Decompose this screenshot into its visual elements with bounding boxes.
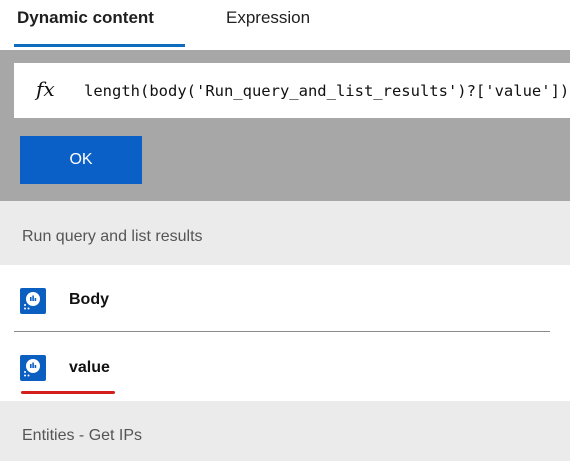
expression-panel: fx OK bbox=[0, 50, 570, 201]
list-item-body[interactable]: Body bbox=[0, 270, 570, 332]
section-title: Entities - Get IPs bbox=[22, 427, 143, 444]
tab-bar: Dynamic content Expression bbox=[0, 0, 570, 48]
dynamic-content-panel: Dynamic content Expression fx OK Run que… bbox=[0, 0, 570, 461]
section-header-entities-get-ips[interactable]: Entities - Get IPs bbox=[0, 401, 570, 461]
divider bbox=[14, 331, 550, 332]
expression-field: fx bbox=[14, 63, 570, 118]
expression-input[interactable] bbox=[84, 63, 570, 118]
list-item-value[interactable]: value bbox=[0, 337, 570, 399]
section-header-run-query: Run query and list results bbox=[0, 201, 570, 265]
log-analytics-icon bbox=[20, 288, 46, 314]
active-tab-indicator bbox=[14, 44, 185, 47]
tab-expression[interactable]: Expression bbox=[226, 8, 310, 28]
list-item-label: value bbox=[69, 359, 110, 376]
section-title: Run query and list results bbox=[22, 228, 203, 245]
fx-icon: fx bbox=[36, 77, 55, 101]
log-analytics-icon bbox=[20, 355, 46, 381]
highlight-underline bbox=[21, 391, 115, 394]
list-item-label: Body bbox=[69, 291, 109, 308]
tab-dynamic-content[interactable]: Dynamic content bbox=[17, 8, 154, 28]
ok-button[interactable]: OK bbox=[20, 136, 142, 184]
